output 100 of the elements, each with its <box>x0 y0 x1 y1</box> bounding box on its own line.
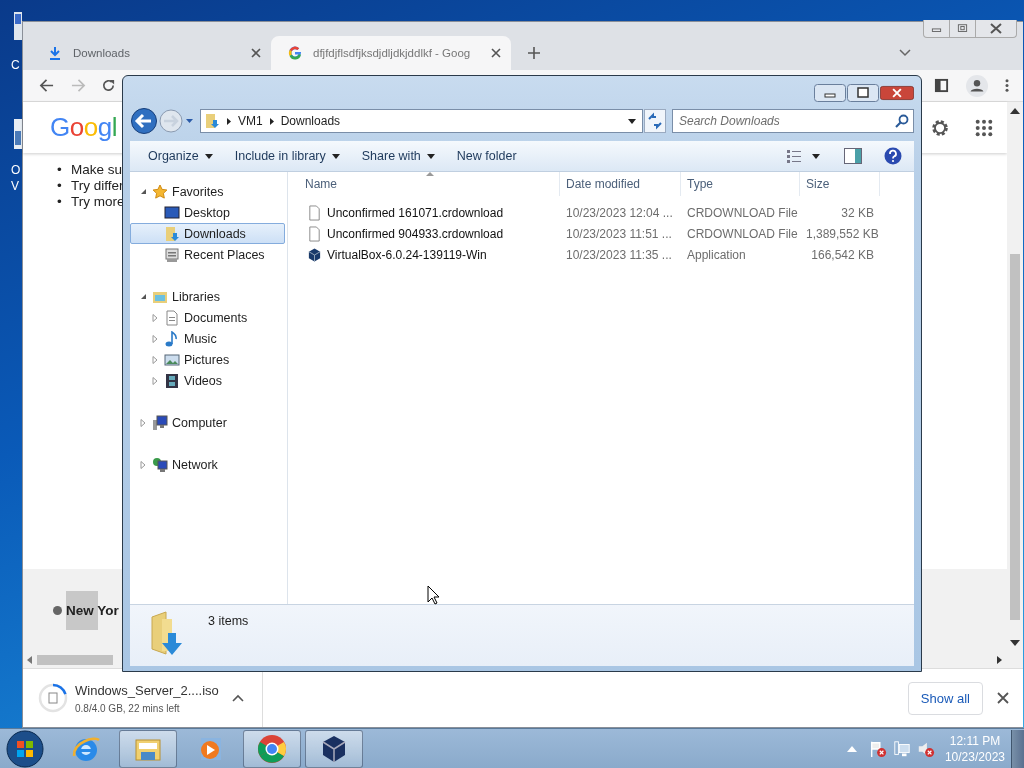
collapsed-icon[interactable] <box>152 355 158 364</box>
scroll-down-icon[interactable] <box>1010 640 1020 646</box>
close-icon[interactable] <box>251 48 261 58</box>
column-header[interactable]: Type <box>681 172 800 196</box>
close-icon[interactable] <box>491 48 501 58</box>
desktop-icon-label: C <box>11 58 20 72</box>
music-note-icon <box>164 330 180 347</box>
file-row[interactable]: Unconfirmed 904933.crdownload 10/23/2023 11:51 ... CRDOWNLOAD File 1,389,552 KB <box>288 223 914 244</box>
progress-ring <box>37 682 69 714</box>
nav-item[interactable]: Libraries <box>130 286 285 307</box>
expanded-icon[interactable] <box>140 293 147 300</box>
bullet-mark: • <box>57 162 63 178</box>
back-arrow-icon[interactable] <box>39 78 54 93</box>
bullet-mark: • <box>57 194 63 210</box>
reload-icon[interactable] <box>101 78 116 93</box>
scroll-left-icon[interactable] <box>27 656 33 664</box>
cube-icon <box>307 246 322 263</box>
collapsed-icon[interactable] <box>140 418 146 427</box>
flag-icon[interactable] <box>868 739 887 758</box>
expanded-icon[interactable] <box>140 188 147 195</box>
help-icon[interactable] <box>884 147 902 165</box>
collapsed-icon[interactable] <box>140 460 146 469</box>
scroll-up-icon[interactable] <box>1010 108 1020 114</box>
location-dot-icon <box>53 606 62 615</box>
command-menu[interactable]: Share with <box>351 145 445 167</box>
new-tab-button[interactable] <box>527 46 541 60</box>
collapsed-icon[interactable] <box>152 313 158 322</box>
desktop-icon-label: V <box>11 179 19 193</box>
show-all-button[interactable]: Show all <box>907 681 983 715</box>
nav-item[interactable]: Favorites <box>130 181 285 202</box>
preview-pane-icon[interactable] <box>844 148 862 164</box>
command-menu[interactable]: Organize <box>138 145 223 167</box>
file-row[interactable]: Unconfirmed 161071.crdownload 10/23/2023 12:04 ... CRDOWNLOAD File 32 KB <box>288 202 914 223</box>
view-options-icon[interactable] <box>786 149 820 163</box>
file-row[interactable]: VirtualBox-6.0.24-139119-Win 10/23/2023 11:35 ... Application 166,542 KB <box>288 244 914 265</box>
breadcrumb-item[interactable]: VM1 <box>238 114 263 128</box>
column-header[interactable]: Date modified <box>560 172 681 196</box>
nav-item[interactable]: Downloads <box>130 223 285 244</box>
nav-item[interactable]: Desktop <box>130 202 285 223</box>
minimize-button[interactable] <box>814 84 846 102</box>
taskbar-app-button[interactable] <box>119 729 177 768</box>
recent-places-icon <box>164 246 180 263</box>
blank-file-icon <box>307 204 322 221</box>
profile-icon[interactable] <box>966 74 988 97</box>
search-icon[interactable] <box>895 114 909 128</box>
chrome-icon <box>257 733 287 764</box>
nav-item[interactable]: Recent Places <box>130 244 285 265</box>
google-icon <box>287 45 303 61</box>
browser-tab[interactable]: Downloads <box>31 36 271 70</box>
pictures-icon <box>164 351 180 368</box>
scrollbar-thumb[interactable] <box>37 655 113 665</box>
apps-grid-icon[interactable] <box>975 118 993 137</box>
desktop-icon[interactable] <box>14 10 22 42</box>
item-count: 3 items <box>208 614 249 628</box>
film-icon <box>164 372 180 389</box>
bullet-mark: • <box>57 178 63 194</box>
breadcrumb-arrow-icon[interactable] <box>269 117 274 125</box>
computer-icon <box>152 414 168 431</box>
dropdown-arrow-icon[interactable] <box>628 118 636 124</box>
command-menu[interactable]: Include in library <box>224 145 350 167</box>
star-icon <box>152 183 168 200</box>
taskbar-app-button[interactable] <box>305 729 363 768</box>
close-icon[interactable] <box>997 692 1009 704</box>
scroll-right-icon[interactable] <box>997 656 1003 664</box>
show-desktop-button[interactable] <box>1011 729 1024 768</box>
download-folder-icon <box>204 113 220 129</box>
start-button[interactable] <box>5 728 45 768</box>
sort-arrow-icon <box>426 172 434 176</box>
suggestion-text: Try differ <box>71 178 124 194</box>
collapsed-icon[interactable] <box>152 334 158 343</box>
column-header[interactable]: Size <box>800 172 880 196</box>
nav-item[interactable]: Documents <box>130 307 285 328</box>
download-icon <box>47 45 63 61</box>
browser-tab[interactable]: dfjfdjflsdfjksdjdljdkjddlkf - Goog <box>271 36 511 70</box>
close-button[interactable] <box>880 84 914 102</box>
breadcrumb-item[interactable]: Downloads <box>280 114 341 128</box>
nav-item[interactable]: Videos <box>130 370 285 391</box>
command-menu[interactable]: New folder <box>446 145 527 167</box>
scrollbar-thumb[interactable] <box>1010 254 1020 620</box>
desktop-icon-label: O <box>11 163 21 177</box>
nav-item[interactable]: Music <box>130 328 285 349</box>
document-icon <box>164 309 180 326</box>
caret-icon[interactable] <box>232 694 244 702</box>
location-text: New Yor <box>66 591 119 630</box>
collapsed-icon[interactable] <box>152 376 158 385</box>
google-logo[interactable]: Googl <box>50 112 117 143</box>
monitor-icon <box>164 204 180 221</box>
network-icon <box>152 456 168 473</box>
nav-item[interactable]: Network <box>130 454 285 475</box>
search-field[interactable]: Search Downloads <box>672 109 914 133</box>
refresh-button[interactable] <box>644 109 666 133</box>
side-panel-icon[interactable] <box>934 78 949 93</box>
maximize-button[interactable] <box>847 84 879 102</box>
menu-icon[interactable] <box>1005 78 1009 93</box>
breadcrumb-arrow-icon[interactable] <box>227 117 231 125</box>
download-folder-icon <box>164 225 180 242</box>
nav-item[interactable]: Pictures <box>130 349 285 370</box>
address-bar[interactable]: VM1 Downloads <box>200 109 643 133</box>
chevron-down-icon[interactable] <box>899 49 911 57</box>
nav-item[interactable]: Computer <box>130 412 285 433</box>
